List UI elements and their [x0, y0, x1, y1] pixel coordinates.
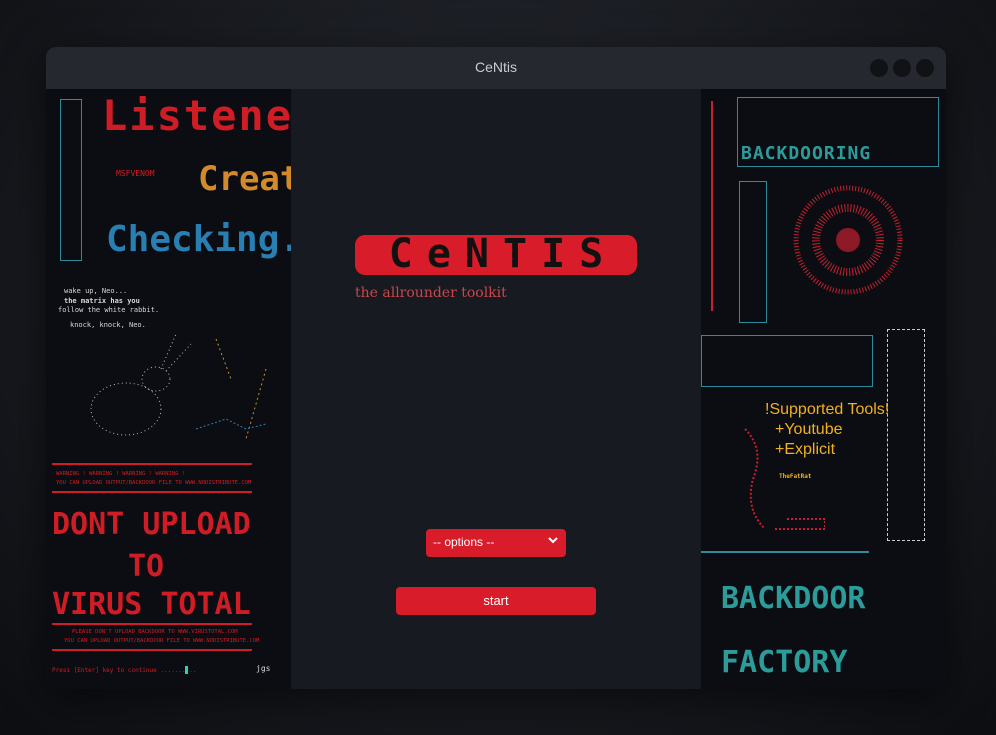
upload-line: YOU CAN UPLOAD OUTPUT/BACKDOOR FILE TO W… [56, 480, 252, 486]
to-art: TO [128, 549, 165, 584]
ascii-column-art-right [739, 181, 767, 323]
options-dropdown[interactable]: -- options -- [426, 529, 566, 557]
ascii-column-art [60, 99, 82, 261]
start-button[interactable]: start [396, 587, 596, 615]
listener-art: Listener [102, 91, 291, 140]
chevron-down-icon [548, 534, 558, 548]
cursor-block [185, 666, 188, 674]
neo-line-1: wake up, Neo... [64, 287, 128, 295]
neo-line-2: the matrix has you [64, 297, 140, 305]
tagline: the allrounder toolkit [355, 285, 507, 301]
close-button[interactable] [916, 59, 934, 77]
divider [52, 463, 252, 465]
title-bar[interactable]: CeNtis [46, 47, 946, 90]
jgs-signature: jgs [256, 664, 271, 673]
minimize-button[interactable] [870, 59, 888, 77]
main-panel: CeNTIS the allrounder toolkit -- options… [291, 89, 701, 689]
options-selected-value: -- options -- [433, 535, 495, 549]
fatrat-label: TheFatRat [779, 473, 812, 480]
logo-text: CeNTIS [388, 231, 618, 277]
left-art-panel: Listener Create Checking. MSFVENOM wake … [46, 89, 291, 689]
centis-logo: CeNTIS [355, 231, 637, 277]
warning-line: WARNING ! WARNING ! WARNING ! WARNING ! [56, 471, 186, 477]
please-line: PLEASE DON'T UPLOAD BACKDOOR TO WWW.VIRU… [72, 629, 238, 635]
window-title: CeNtis [474, 59, 517, 75]
neo-line-3: follow the white rabbit. [58, 306, 160, 314]
ascii-vertical-art [887, 329, 925, 541]
create-art: Create [198, 159, 291, 199]
divider [52, 491, 252, 493]
red-ball-art [793, 185, 903, 295]
neo-line-4: knock, knock, Neo. [70, 321, 146, 329]
maximize-button[interactable] [893, 59, 911, 77]
dont-upload-art: DONT UPLOAD [52, 507, 251, 542]
divider [52, 623, 252, 625]
msfvenom-label: MSFVENOM [116, 169, 155, 178]
rabbit-art [90, 333, 267, 440]
supported-tools-title: !Supported Tools! [765, 401, 890, 418]
checking-art: Checking. [106, 219, 291, 260]
virus-total-art: VIRUS TOTAL [52, 587, 251, 622]
upload-line-2: YOU CAN UPLOAD OUTPUT/BACKDOOR FILE TO W… [64, 638, 260, 644]
sword-art [711, 101, 713, 311]
ascii-banner-art [701, 335, 873, 387]
backdoor-art: BACKDOOR [721, 581, 866, 616]
press-enter-line: Press [Enter] key to continue .......... [52, 667, 197, 674]
factory-art: FACTORY [721, 645, 848, 680]
divider [701, 551, 869, 553]
right-art-panel: BACKDOORING !Supported Tools! +Youtube +… [701, 89, 946, 689]
app-window: CeNtis Listener Create Checking. MSFVENO… [46, 47, 946, 689]
divider [52, 649, 252, 651]
backdooring-art: BACKDOORING [741, 143, 872, 164]
